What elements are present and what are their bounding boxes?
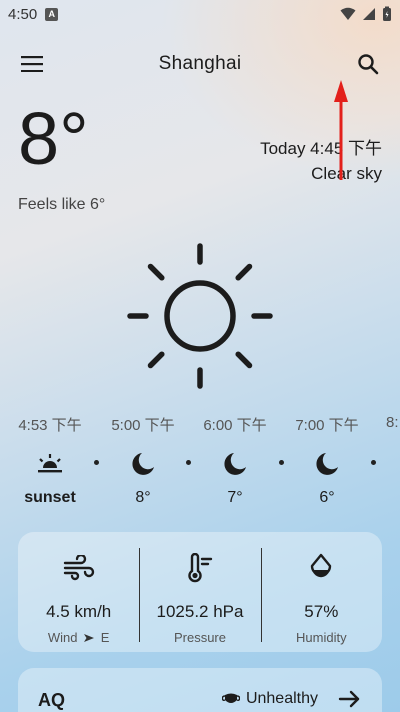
arrow-right-icon[interactable] [338,690,362,708]
hourly-time: 4:53 下午 [18,417,82,434]
water-drop-icon [311,553,332,578]
hourly-time: 8: [386,414,399,431]
timeline-dot [279,460,284,465]
hourly-value: 8° [135,489,151,506]
hamburger-menu-icon [21,56,43,72]
hourly-item: 7:00 下午 6° [282,414,372,507]
notification-icon: A [45,7,59,21]
hourly-item: 8: [386,414,400,441]
moon-icon [132,453,154,475]
condition-text: Clear sky [311,164,382,183]
hourly-value: 6° [319,489,335,506]
hourly-item: 6:00 下午 7° [190,414,280,507]
navigation-arrow-icon [84,634,95,642]
thermometer-icon [188,553,213,583]
hourly-item: 5:00 下午 8° [98,414,188,507]
hourly-value: sunset [24,489,76,506]
humidity-label: Humidity [296,630,347,645]
hourly-item: 4:53 下午 sunset [5,414,95,507]
wind-direction: E [100,630,110,645]
timeline-dot [186,460,191,465]
pressure-value: 1025.2 hPa [156,602,244,621]
pressure-label: Pressure [173,630,226,645]
air-quality-status: Unhealthy [221,690,362,708]
cell-signal-icon [363,8,375,20]
current-temperature: 8° [18,97,89,180]
moon-icon [316,453,338,475]
wifi-icon [340,7,356,20]
condition-illustration [124,240,276,392]
feels-like: Feels like 6° [18,196,106,213]
wind-icon [63,555,94,581]
moon-icon [224,453,246,475]
air-quality-card[interactable]: AQ Unhealthy [18,668,382,712]
sunset-icon [38,454,62,473]
app-bar: Shanghai [0,44,400,84]
search-button[interactable] [354,50,382,78]
city-title: Shanghai [158,53,242,74]
today-time: Today 4:45 下午 [260,139,382,158]
air-quality-title: AQ [38,690,65,710]
hourly-time: 6:00 下午 [203,417,267,434]
menu-button[interactable] [18,52,46,76]
hourly-value: 7° [227,489,243,506]
search-icon [358,54,379,75]
status-time: 4:50 [8,5,38,23]
conditions-card: 4.5 km/h Wind E 1025.2 hPa Pressure 57% … [18,532,382,652]
wind-label-row: Wind E [48,630,110,645]
hourly-time: 7:00 下午 [295,417,359,434]
metric-pressure: 1025.2 hPa Pressure [139,532,260,652]
status-bar: 4:50 A [0,0,400,28]
sun-icon [127,243,273,389]
hourly-forecast[interactable]: 4:53 下午 sunset 5:00 下午 8° 6:00 下午 7° 7:0… [0,414,400,514]
mask-icon [221,693,240,703]
status-icons [340,6,392,22]
battery-icon [383,6,391,21]
air-quality-value: Unhealthy [245,690,318,707]
wind-label: Wind [47,630,78,645]
metric-humidity: 57% Humidity [260,532,382,652]
humidity-value: 57% [304,602,339,621]
timeline-dot [94,460,99,465]
metric-wind: 4.5 km/h Wind E [18,532,139,652]
wind-speed: 4.5 km/h [46,602,112,621]
hourly-time: 5:00 下午 [111,417,175,434]
timeline-dot [371,460,376,465]
